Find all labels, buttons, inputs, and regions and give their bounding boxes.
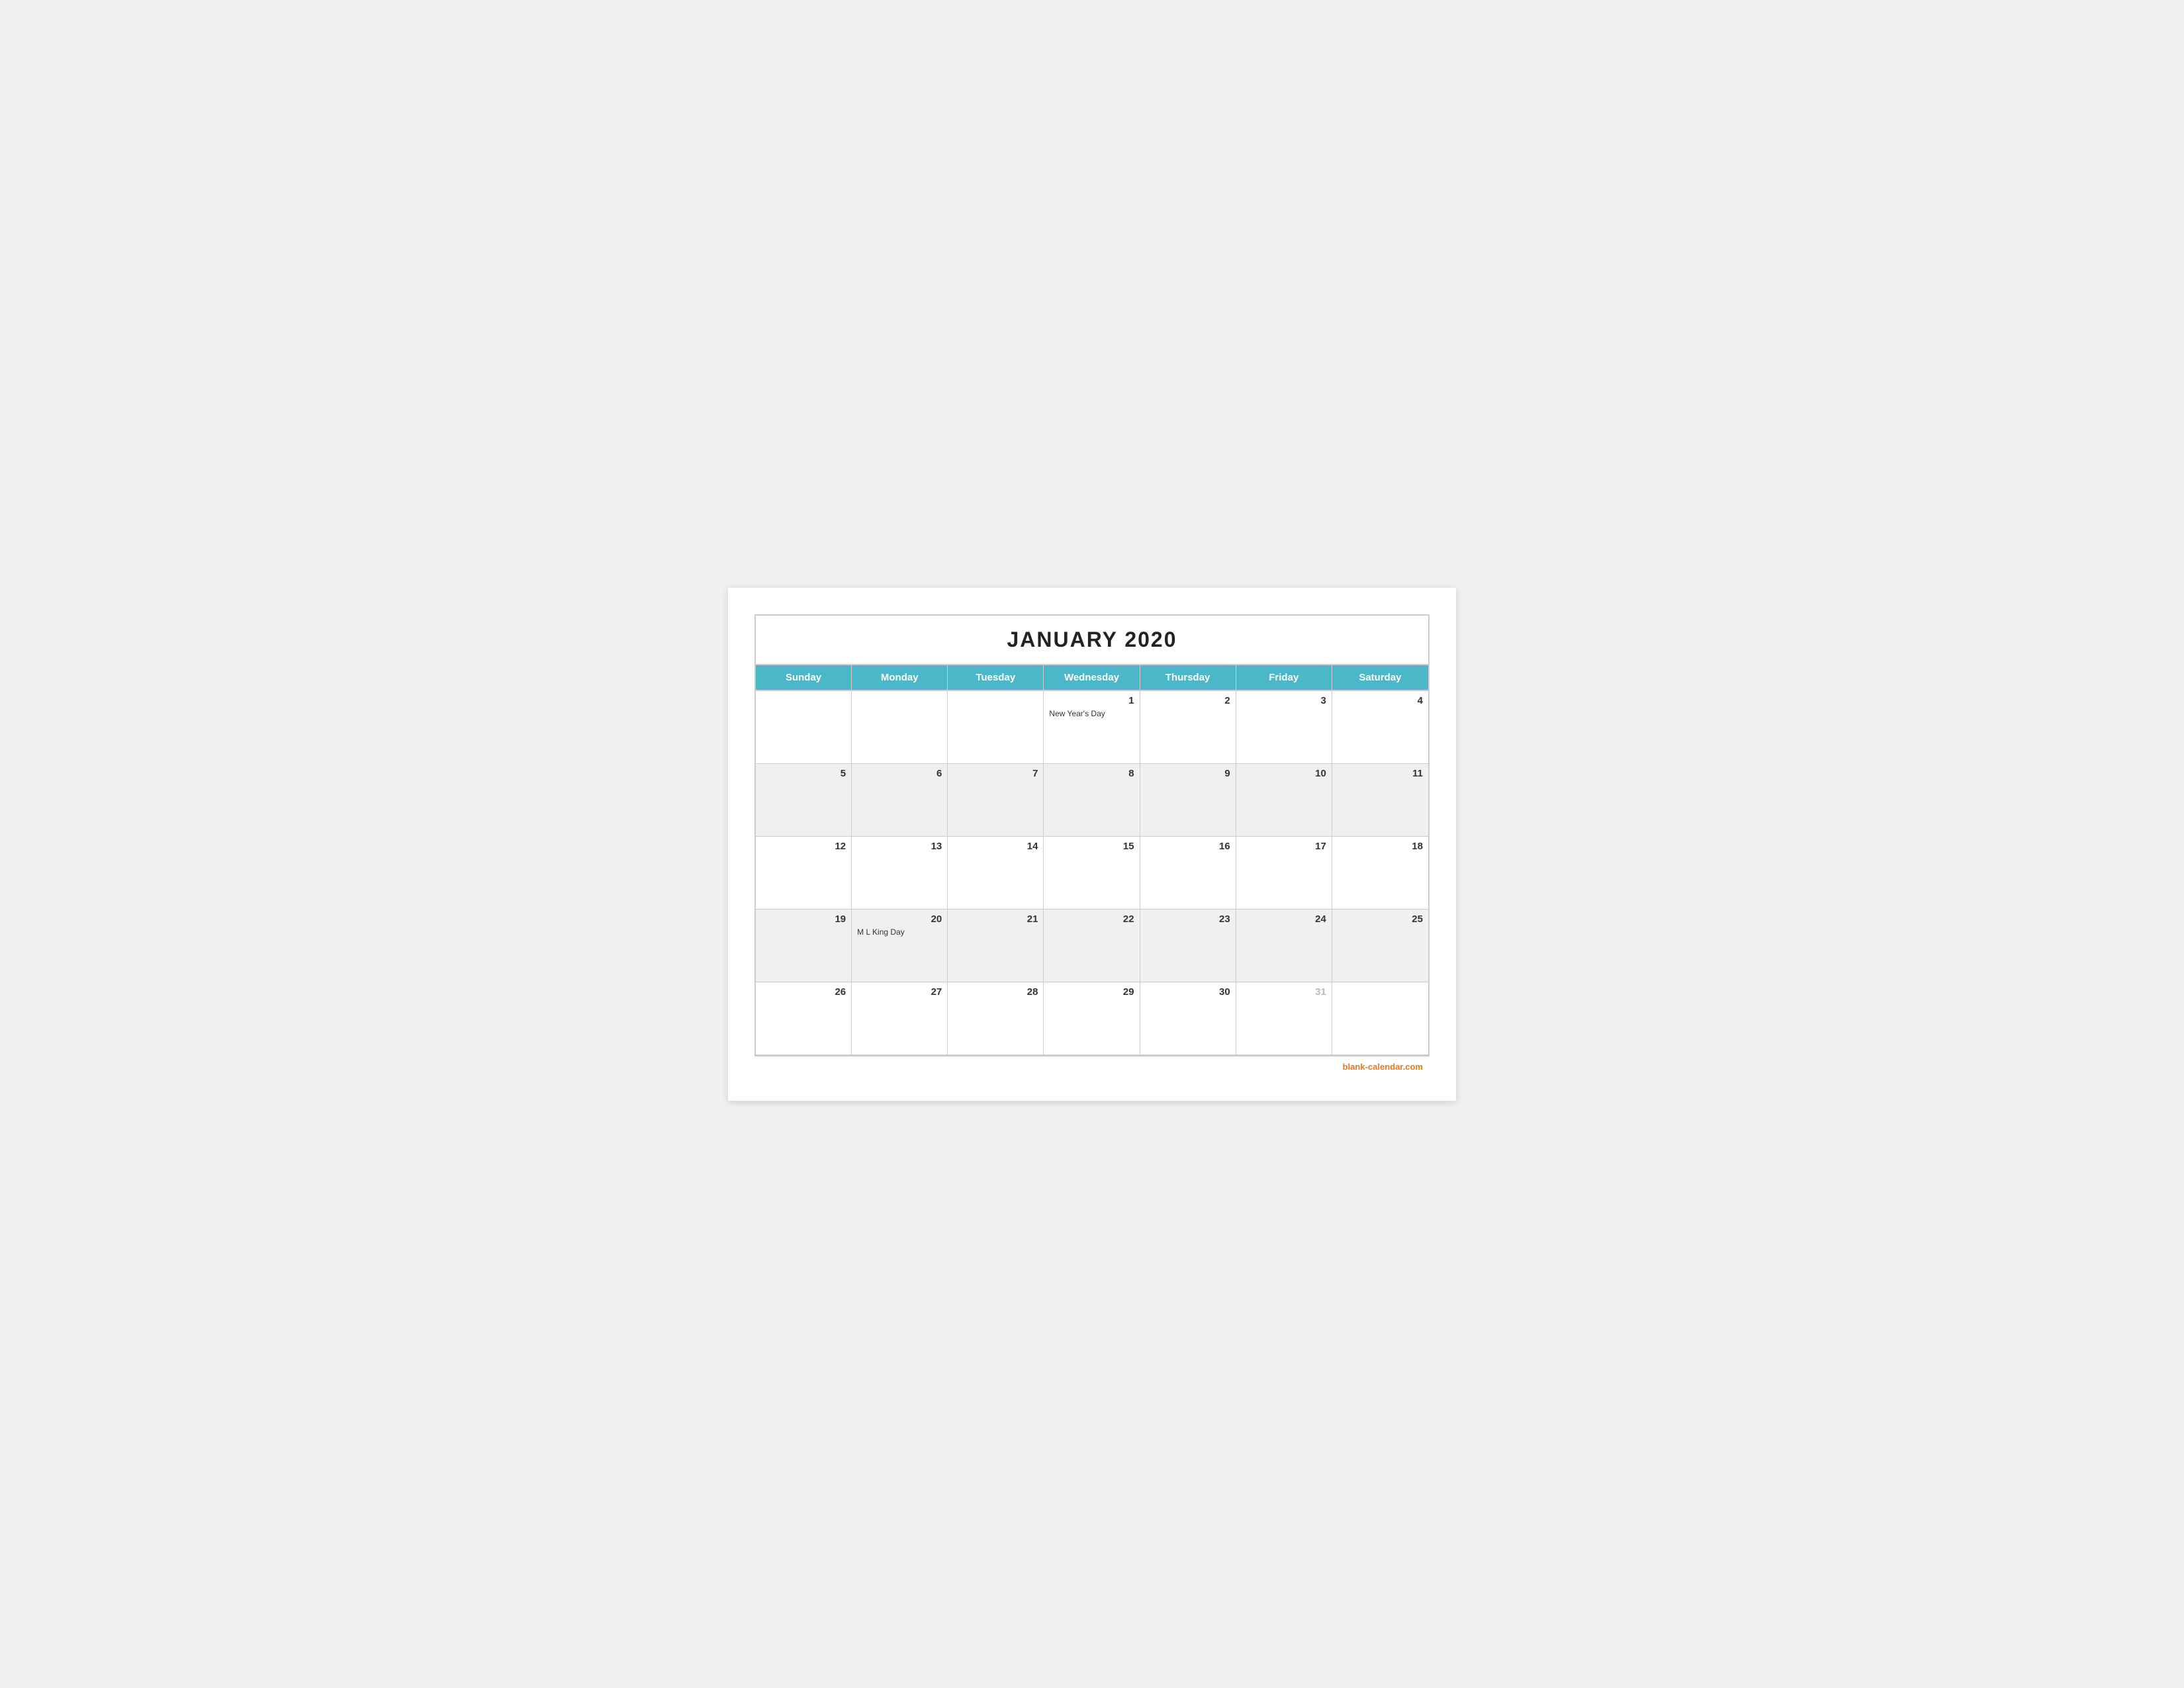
day-header: Wednesday — [1044, 665, 1140, 691]
day-cell[interactable]: 24 — [1236, 910, 1332, 982]
day-number: 7 — [953, 768, 1038, 779]
day-number: 25 — [1338, 914, 1423, 925]
event-label: M L King Day — [857, 927, 942, 937]
day-header: Sunday — [756, 665, 852, 691]
day-number: 10 — [1242, 768, 1326, 779]
calendar-header-row: SundayMondayTuesdayWednesdayThursdayFrid… — [756, 665, 1428, 691]
day-number: 20 — [857, 914, 942, 925]
day-cell[interactable] — [1332, 982, 1428, 1055]
day-cell[interactable]: 19 — [756, 910, 852, 982]
day-cell[interactable]: 26 — [756, 982, 852, 1055]
day-number: 11 — [1338, 768, 1423, 779]
day-number: 27 — [857, 986, 942, 998]
day-number: 13 — [857, 841, 942, 852]
day-number: 1 — [1049, 695, 1134, 706]
day-number: 21 — [953, 914, 1038, 925]
day-cell[interactable]: 13 — [852, 837, 948, 910]
day-header: Saturday — [1332, 665, 1428, 691]
day-number: 6 — [857, 768, 942, 779]
day-cell[interactable] — [852, 691, 948, 764]
calendar-row-1: 1 New Year's Day 2 3 4 — [756, 691, 1428, 764]
day-cell[interactable]: 25 — [1332, 910, 1428, 982]
day-cell[interactable]: 11 — [1332, 764, 1428, 837]
day-header: Thursday — [1140, 665, 1236, 691]
day-number: 14 — [953, 841, 1038, 852]
day-cell[interactable]: 8 — [1044, 764, 1140, 837]
day-number: 3 — [1242, 695, 1326, 706]
day-cell[interactable]: 1 New Year's Day — [1044, 691, 1140, 764]
day-header: Monday — [852, 665, 948, 691]
day-number: 23 — [1146, 914, 1230, 925]
day-cell[interactable]: 14 — [948, 837, 1044, 910]
day-cell[interactable]: 15 — [1044, 837, 1140, 910]
day-cell[interactable]: 21 — [948, 910, 1044, 982]
day-cell[interactable]: 18 — [1332, 837, 1428, 910]
calendar-row-3: 12 13 14 15 16 17 18 — [756, 837, 1428, 910]
day-cell[interactable]: 17 — [1236, 837, 1332, 910]
day-cell[interactable]: 22 — [1044, 910, 1140, 982]
page: JANUARY 2020 SundayMondayTuesdayWednesda… — [728, 588, 1456, 1101]
day-number: 2 — [1146, 695, 1230, 706]
day-number: 18 — [1338, 841, 1423, 852]
day-cell[interactable]: 28 — [948, 982, 1044, 1055]
day-number: 16 — [1146, 841, 1230, 852]
day-number: 8 — [1049, 768, 1134, 779]
day-cell[interactable]: 20 M L King Day — [852, 910, 948, 982]
day-cell[interactable]: 6 — [852, 764, 948, 837]
footer-link[interactable]: blank-calendar.com — [1343, 1062, 1423, 1072]
day-number: 19 — [761, 914, 846, 925]
day-number: 29 — [1049, 986, 1134, 998]
day-cell[interactable]: 9 — [1140, 764, 1236, 837]
day-cell[interactable]: 16 — [1140, 837, 1236, 910]
calendar-title: JANUARY 2020 — [756, 616, 1428, 665]
day-number: 24 — [1242, 914, 1326, 925]
day-number: 30 — [1146, 986, 1230, 998]
day-number: 4 — [1338, 695, 1423, 706]
day-header: Tuesday — [948, 665, 1044, 691]
calendar-container: JANUARY 2020 SundayMondayTuesdayWednesda… — [754, 614, 1430, 1056]
day-number: 22 — [1049, 914, 1134, 925]
day-cell[interactable]: 7 — [948, 764, 1044, 837]
day-number: 17 — [1242, 841, 1326, 852]
day-cell[interactable]: 23 — [1140, 910, 1236, 982]
day-cell[interactable]: 5 — [756, 764, 852, 837]
calendar-row-2: 5678 9 10 11 — [756, 764, 1428, 837]
day-cell[interactable]: 12 — [756, 837, 852, 910]
footer: blank-calendar.com — [754, 1056, 1430, 1074]
day-cell[interactable] — [948, 691, 1044, 764]
event-label: New Year's Day — [1049, 709, 1134, 718]
day-cell[interactable]: 3 — [1236, 691, 1332, 764]
day-cell[interactable] — [756, 691, 852, 764]
day-cell[interactable]: 29 — [1044, 982, 1140, 1055]
day-cell[interactable]: 2 — [1140, 691, 1236, 764]
day-number: 28 — [953, 986, 1038, 998]
day-cell[interactable]: 31 — [1236, 982, 1332, 1055]
day-number: 9 — [1146, 768, 1230, 779]
day-cell[interactable]: 27 — [852, 982, 948, 1055]
day-number: 31 — [1242, 986, 1326, 998]
day-number: 5 — [761, 768, 846, 779]
calendar-row-4: 19 20 M L King Day 21 22 23 24 25 — [756, 910, 1428, 982]
day-number: 12 — [761, 841, 846, 852]
day-number: 26 — [761, 986, 846, 998]
day-number: 15 — [1049, 841, 1134, 852]
day-cell[interactable]: 4 — [1332, 691, 1428, 764]
calendar-row-5: 26 27 28 29 30 31 — [756, 982, 1428, 1055]
day-header: Friday — [1236, 665, 1332, 691]
day-cell[interactable]: 10 — [1236, 764, 1332, 837]
day-cell[interactable]: 30 — [1140, 982, 1236, 1055]
